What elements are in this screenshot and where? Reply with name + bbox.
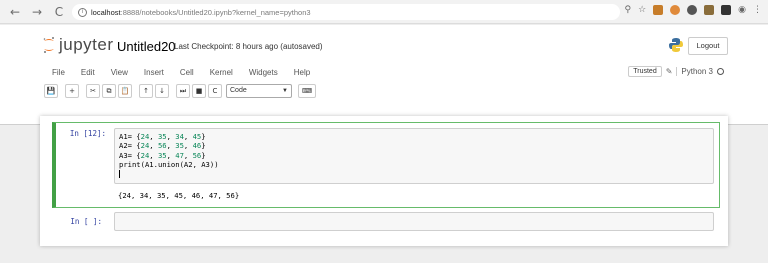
notebook-toolbar: 💾 + ✂ ⧉ 📋 ↑ ↓ ⏭ ■ C Code ▼ ⌨: [44, 83, 318, 99]
save-icon[interactable]: 💾: [44, 84, 58, 98]
back-icon[interactable]: ←: [8, 5, 22, 19]
notebook-name[interactable]: Untitled20: [117, 39, 176, 54]
pencil-icon: ✎: [665, 67, 673, 76]
kernel-name: Python 3: [676, 67, 713, 76]
browser-toolbar: ← → C i localhost:8888/notebooks/Untitle…: [0, 0, 768, 24]
menu-insert[interactable]: Insert: [144, 68, 164, 77]
menu-kernel[interactable]: Kernel: [210, 68, 233, 77]
text-cursor: [119, 170, 120, 179]
chevron-down-icon: ▼: [282, 88, 288, 94]
notebook-container: In [12]: A1= {24, 35, 34, 45} A2= {24, 5…: [40, 116, 728, 246]
url-host: localhost: [91, 7, 121, 17]
extension-icon[interactable]: [670, 5, 681, 15]
extension-icon[interactable]: [704, 5, 715, 15]
trusted-badge[interactable]: Trusted: [628, 66, 662, 77]
browser-actions: ⚲ ☆ ◉ ⋮: [624, 5, 762, 15]
move-down-icon[interactable]: ↓: [155, 84, 169, 98]
forward-icon[interactable]: →: [30, 5, 44, 19]
code-line: A2= {24, 56, 35, 46}: [119, 141, 206, 151]
menu-edit[interactable]: Edit: [81, 68, 95, 77]
menu-help[interactable]: Help: [294, 68, 310, 77]
menu-view[interactable]: View: [111, 68, 128, 77]
python-logo-icon: [669, 38, 683, 52]
zoom-icon[interactable]: ⚲: [624, 5, 631, 15]
restart-icon[interactable]: C: [208, 84, 222, 98]
code-line: print(A1.union(A2, A3)): [119, 159, 219, 169]
jupyter-header: jupyter Untitled20 Last Checkpoint: 8 ho…: [0, 25, 768, 125]
account-icon[interactable]: ◉: [738, 5, 746, 15]
address-bar[interactable]: i localhost:8888/notebooks/Untitled20.ip…: [72, 4, 620, 20]
jupyter-logo-icon: [43, 37, 54, 53]
move-up-icon[interactable]: ↑: [139, 84, 153, 98]
menu-cell[interactable]: Cell: [180, 68, 194, 77]
logout-button[interactable]: Logout: [688, 37, 728, 55]
paste-icon[interactable]: 📋: [118, 84, 132, 98]
cut-icon[interactable]: ✂: [86, 84, 100, 98]
extension-icon[interactable]: [687, 5, 698, 15]
menu-bar: File Edit View Insert Cell Kernel Widget…: [40, 63, 728, 81]
empty-input-prompt: In [ ]:: [70, 217, 102, 226]
star-icon[interactable]: ☆: [638, 5, 646, 15]
cell-type-select[interactable]: Code ▼: [226, 84, 292, 98]
url-path: :8888/notebooks/Untitled20.ipynb?kernel_…: [120, 7, 311, 17]
code-editor[interactable]: A1= {24, 35, 34, 45} A2= {24, 56, 35, 46…: [114, 128, 714, 184]
reload-icon[interactable]: C: [52, 5, 66, 19]
jupyter-logo-text: jupyter: [59, 35, 114, 54]
keyboard-icon[interactable]: ⌨: [298, 84, 316, 98]
extension-icon[interactable]: [653, 5, 664, 15]
empty-code-editor[interactable]: [114, 212, 714, 231]
checkpoint-status: Last Checkpoint: 8 hours ago (autosaved): [174, 42, 323, 51]
copy-icon[interactable]: ⧉: [102, 84, 116, 98]
cell-type-value: Code: [230, 87, 247, 94]
code-cell-selected[interactable]: In [12]: A1= {24, 35, 34, 45} A2= {24, 5…: [52, 122, 720, 208]
insert-cell-icon[interactable]: +: [65, 84, 79, 98]
jupyter-logo[interactable]: jupyter: [42, 35, 114, 55]
code-line: A3= {24, 35, 47, 56}: [119, 150, 206, 160]
stop-icon[interactable]: ■: [192, 84, 206, 98]
menu-icon[interactable]: ⋮: [753, 5, 762, 15]
kernel-status-area: Trusted ✎ Python 3: [628, 66, 724, 77]
code-line: [119, 169, 219, 179]
kernel-idle-icon: [717, 68, 724, 75]
menu-file[interactable]: File: [52, 68, 65, 77]
run-icon[interactable]: ⏭: [176, 84, 190, 98]
code-line: A1= {24, 35, 34, 45}: [119, 132, 206, 141]
cell-output: {24, 34, 35, 45, 46, 47, 56}: [118, 191, 240, 200]
info-icon[interactable]: i: [78, 7, 87, 17]
input-prompt: In [12]:: [69, 129, 106, 138]
menu-widgets[interactable]: Widgets: [249, 68, 278, 77]
code-block: A1= {24, 35, 34, 45} A2= {24, 56, 35, 46…: [119, 132, 219, 179]
extension-icon[interactable]: [721, 5, 732, 15]
